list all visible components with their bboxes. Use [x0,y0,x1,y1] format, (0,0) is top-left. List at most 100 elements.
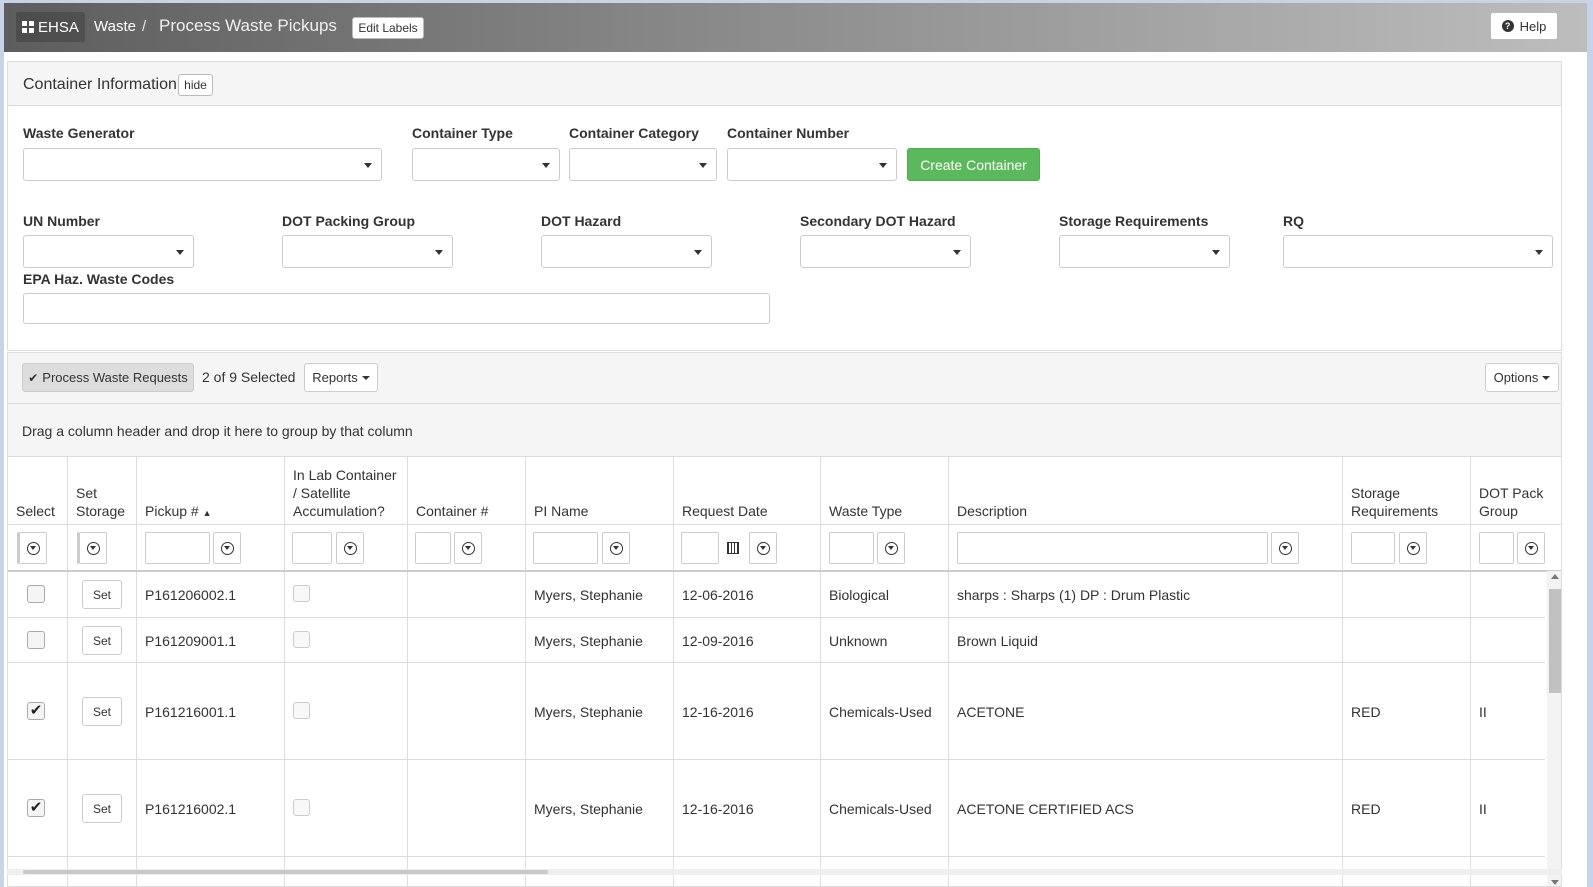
container-category-label: Container Category [569,125,699,141]
chevron-down-icon [953,250,961,255]
horizontal-scroll-thumb[interactable] [23,870,548,874]
header-request-date[interactable]: Request Date [682,502,768,520]
scroll-up-icon[interactable] [1551,574,1559,579]
chevron-down-icon [699,163,707,168]
description: sharps : Sharps (1) DP : Drum Plastic [957,587,1191,603]
brand-menu[interactable]: EHSA [16,12,85,42]
row-select-checkbox[interactable]: ✔ [27,702,45,720]
in-lab-checkbox[interactable] [293,702,310,719]
container-category-select[interactable] [569,148,717,181]
chevron-down-icon [542,163,550,168]
container-type-label: Container Type [412,125,513,141]
table-row[interactable]: Set P161206002.1 Myers, Stephanie 12-06-… [8,572,1545,618]
header-storage-requirements[interactable]: Storage Requirements [1351,484,1438,520]
container-number-select[interactable] [727,148,897,181]
breadcrumb-separator: / [142,18,147,35]
container-filter-input[interactable] [415,532,451,564]
header-pi-name[interactable]: PI Name [534,502,588,520]
rq-select[interactable] [1283,235,1553,268]
set-storage-button[interactable]: Set [82,580,122,609]
brand-label: EHSA [38,18,79,36]
header-description[interactable]: Description [957,502,1027,520]
dot-pack-filter-input[interactable] [1479,532,1514,564]
waste-type-filter-button[interactable] [877,532,905,564]
storage-filter-button[interactable] [1399,532,1427,564]
header-in-lab-container[interactable]: In Lab Container / Satellite Accumulation? [293,466,397,520]
scroll-thumb[interactable] [1549,589,1561,693]
calendar-button[interactable] [718,532,748,564]
dot-pack-filter-button[interactable] [1517,532,1545,564]
storage-filter-input[interactable] [1351,532,1395,564]
in-lab-filter-button[interactable] [336,532,364,564]
header-dot-packing-group[interactable]: DOT Pack Group [1479,484,1543,520]
row-select-checkbox[interactable] [27,631,45,649]
pickup-filter-button[interactable] [213,532,241,564]
request-date-filter-button[interactable] [749,532,777,564]
description-filter-button[interactable] [1271,532,1299,564]
dot-packing-group-select[interactable] [282,235,453,268]
calendar-icon [727,542,739,554]
header-divider [8,524,1561,525]
container-type-select[interactable] [412,148,560,181]
grid-vertical-scrollbar[interactable] [1547,571,1561,886]
pi-name-filter-button[interactable] [602,532,630,564]
scroll-down-icon[interactable] [1551,880,1559,885]
grid-horizontal-scrollbar[interactable] [7,869,1562,875]
row-select-checkbox[interactable] [27,585,45,603]
header-pickup[interactable]: Pickup # ▲ [145,502,212,522]
dot-packing-group: II [1479,801,1487,817]
select-filter-button[interactable] [19,532,47,564]
pickup-number: P161209001.1 [145,633,237,649]
in-lab-checkbox[interactable] [293,631,310,648]
in-lab-checkbox[interactable] [293,799,310,816]
reports-dropdown[interactable]: Reports [304,363,378,392]
options-dropdown[interactable]: Options [1485,363,1559,392]
app-window: EHSA Waste / Process Waste Pickups Edit … [4,3,1587,887]
page-title: Process Waste Pickups [159,16,337,35]
un-number-select[interactable] [23,235,194,268]
container-filter-button[interactable] [454,532,482,564]
header-waste-type[interactable]: Waste Type [829,502,902,520]
filter-icon [26,541,40,555]
storage-requirements-select[interactable] [1059,235,1230,268]
waste-generator-select[interactable] [23,148,382,181]
chevron-down-icon [879,163,887,168]
description: ACETONE CERTIFIED ACS [957,801,1134,817]
pi-name-filter-input[interactable] [533,532,598,564]
set-storage-filter-button[interactable] [79,532,107,564]
table-row[interactable]: ✔ Set P161216001.1 Myers, Stephanie 12-1… [8,663,1545,760]
secondary-dot-hazard-label: Secondary DOT Hazard [800,213,956,229]
edit-labels-button[interactable]: Edit Labels [352,17,424,39]
group-drop-area[interactable]: Drag a column header and drop it here to… [7,404,1562,456]
secondary-dot-hazard-select[interactable] [800,235,971,268]
in-lab-checkbox[interactable] [293,585,310,602]
request-date: 12-16-2016 [682,801,754,817]
in-lab-filter-input[interactable] [292,532,332,564]
epa-codes-input[interactable] [23,293,770,324]
request-date-filter-input[interactable] [681,532,719,564]
set-storage-button[interactable]: Set [82,626,122,655]
header-set-storage[interactable]: Set Storage [76,484,125,520]
hide-panel-button[interactable]: hide [178,74,213,96]
table-row[interactable]: Set P161209001.1 Myers, Stephanie 12-09-… [8,618,1545,663]
dot-hazard-select[interactable] [541,235,712,268]
waste-type-filter-input[interactable] [829,532,874,564]
process-label: Process Waste Requests [42,370,188,385]
filter-icon [1406,541,1420,555]
set-storage-button[interactable]: Set [82,697,122,726]
create-container-button[interactable]: Create Container [907,148,1040,181]
header-select[interactable]: Select [16,502,55,520]
description-filter-input[interactable] [957,532,1268,564]
epa-codes-label: EPA Haz. Waste Codes [23,271,175,287]
set-storage-button[interactable]: Set [82,794,122,823]
description: Brown Liquid [957,633,1038,649]
help-button[interactable]: ? Help [1490,12,1558,40]
table-row[interactable]: ✔ Set P161216002.1 Myers, Stephanie 12-1… [8,760,1545,857]
chevron-down-icon [694,250,702,255]
process-waste-requests-button[interactable]: ✔ Process Waste Requests [22,363,194,392]
row-select-checkbox[interactable]: ✔ [27,799,45,817]
filter-icon [343,541,357,555]
pickup-filter-input[interactable] [145,532,210,564]
header-container-number[interactable]: Container # [416,502,488,520]
breadcrumb-waste[interactable]: Waste [94,18,136,35]
